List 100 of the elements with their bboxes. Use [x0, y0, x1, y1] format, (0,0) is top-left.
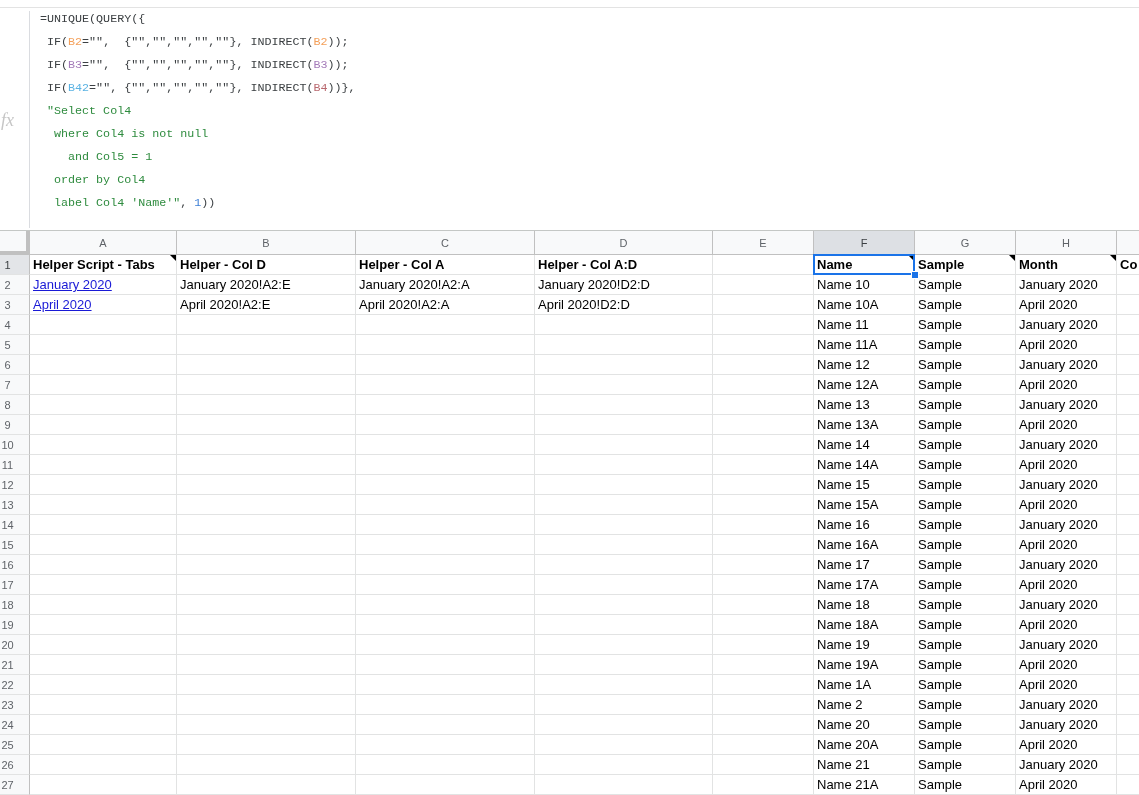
heading-text: Name — [817, 256, 853, 274]
data-text: Sample — [918, 436, 963, 454]
heading-text: Helper - Col A — [359, 256, 445, 274]
row-header[interactable]: 1 — [0, 255, 30, 275]
formula-line: label Col4 'Name'", 1)) — [53, 195, 216, 212]
data-text: January 2020 — [1019, 276, 1098, 294]
data-text: April 2020 — [1019, 676, 1078, 694]
row-header[interactable]: 14 — [0, 515, 30, 535]
row-header[interactable]: 22 — [0, 675, 30, 695]
column-header[interactable]: D — [535, 231, 713, 255]
formula-line: IF(B2="", {"","","","",""}, INDIRECT(B2)); — [46, 34, 349, 51]
row-header[interactable]: 19 — [0, 615, 30, 635]
data-text: Name 16 — [817, 516, 870, 534]
column-header[interactable] — [1117, 231, 1139, 255]
data-text: April 2020!D2:D — [538, 296, 630, 314]
data-text: Sample — [918, 676, 963, 694]
data-text: Sample — [918, 736, 963, 754]
row-header[interactable]: 7 — [0, 375, 30, 395]
data-text: Name 19A — [817, 656, 879, 674]
row-header[interactable]: 9 — [0, 415, 30, 435]
data-text: Sample — [918, 316, 963, 334]
column-header[interactable]: B — [177, 231, 356, 255]
data-text: April 2020 — [1019, 776, 1078, 794]
column-header[interactable]: F — [814, 231, 915, 255]
row-header[interactable]: 20 — [0, 635, 30, 655]
row-header[interactable]: 25 — [0, 735, 30, 755]
data-text: Name 18 — [817, 596, 870, 614]
data-text: April 2020!A2:A — [359, 296, 450, 314]
data-text: April 2020 — [1019, 616, 1078, 634]
data-text: January 2020 — [1019, 516, 1098, 534]
row-header[interactable]: 23 — [0, 695, 30, 715]
data-text: January 2020 — [1019, 396, 1098, 414]
data-text: January 2020 — [1019, 316, 1098, 334]
row-header[interactable]: 17 — [0, 575, 30, 595]
row-header[interactable]: 16 — [0, 555, 30, 575]
column-header[interactable]: E — [713, 231, 814, 255]
row-header[interactable]: 11 — [0, 455, 30, 475]
data-text: Name 14A — [817, 456, 879, 474]
data-text: April 2020 — [1019, 456, 1078, 474]
data-text: Sample — [918, 476, 963, 494]
row-header[interactable]: 27 — [0, 775, 30, 795]
row-header[interactable]: 5 — [0, 335, 30, 355]
data-text: January 2020 — [1019, 556, 1098, 574]
data-text: Name 2 — [817, 696, 863, 714]
row-header[interactable]: 15 — [0, 535, 30, 555]
data-text: Sample — [918, 376, 963, 394]
formula-line: =UNIQUE(QUERY({ — [40, 11, 146, 28]
data-text: April 2020 — [1019, 496, 1078, 514]
column-header[interactable]: G — [915, 231, 1016, 255]
row-header[interactable]: 8 — [0, 395, 30, 415]
row-header[interactable]: 2 — [0, 275, 30, 295]
data-text: January 2020 — [1019, 756, 1098, 774]
heading-text: Month — [1019, 256, 1058, 274]
sheet-link[interactable]: January 2020 — [33, 276, 112, 294]
row-header[interactable]: 4 — [0, 315, 30, 335]
data-text: Name 10 — [817, 276, 870, 294]
formula-line: IF(B3="", {"","","","",""}, INDIRECT(B3)); — [46, 57, 349, 74]
data-text: Name 11A — [817, 336, 878, 354]
data-text: Sample — [918, 536, 963, 554]
column-header[interactable]: C — [356, 231, 535, 255]
data-text: Sample — [918, 616, 963, 634]
row-header[interactable]: 10 — [0, 435, 30, 455]
select-all-corner[interactable] — [0, 231, 30, 255]
formula-line: where Col4 is not null — [53, 126, 209, 143]
data-text: Name 17A — [817, 576, 879, 594]
data-text: Sample — [918, 336, 963, 354]
row-header[interactable]: 6 — [0, 355, 30, 375]
fill-handle[interactable] — [911, 271, 919, 279]
data-text: April 2020 — [1019, 416, 1078, 434]
sheet-link[interactable]: April 2020 — [33, 296, 92, 314]
data-text: Name 16A — [817, 536, 879, 554]
data-text: Name 20 — [817, 716, 870, 734]
data-text: January 2020!A2:A — [359, 276, 470, 294]
row-header[interactable]: 18 — [0, 595, 30, 615]
data-text: Sample — [918, 656, 963, 674]
row-header[interactable]: 13 — [0, 495, 30, 515]
data-text: Name 13A — [817, 416, 879, 434]
data-text: April 2020 — [1019, 536, 1078, 554]
heading-text: Helper - Col D — [180, 256, 266, 274]
heading-text: Helper Script - Tabs — [33, 256, 155, 274]
data-text: January 2020 — [1019, 636, 1098, 654]
row-header[interactable]: 12 — [0, 475, 30, 495]
column-header[interactable]: H — [1016, 231, 1117, 255]
data-text: Name 19 — [817, 636, 870, 654]
formula-line: "Select Col4 — [46, 103, 132, 120]
row-header[interactable]: 24 — [0, 715, 30, 735]
data-text: Sample — [918, 596, 963, 614]
row-header[interactable]: 21 — [0, 655, 30, 675]
data-text: April 2020 — [1019, 576, 1078, 594]
data-text: Sample — [918, 356, 963, 374]
data-text: Sample — [918, 416, 963, 434]
column-header[interactable]: A — [30, 231, 177, 255]
data-text: January 2020 — [1019, 596, 1098, 614]
row-header[interactable]: 3 — [0, 295, 30, 315]
formula-line: IF(B42="", {"","","","",""}, INDIRECT(B4))}, — [46, 80, 356, 97]
data-text: Name 10A — [817, 296, 879, 314]
data-text: Name 18A — [817, 616, 879, 634]
row-header[interactable]: 26 — [0, 755, 30, 775]
data-text: Name 21A — [817, 776, 879, 794]
data-text: Sample — [918, 716, 963, 734]
